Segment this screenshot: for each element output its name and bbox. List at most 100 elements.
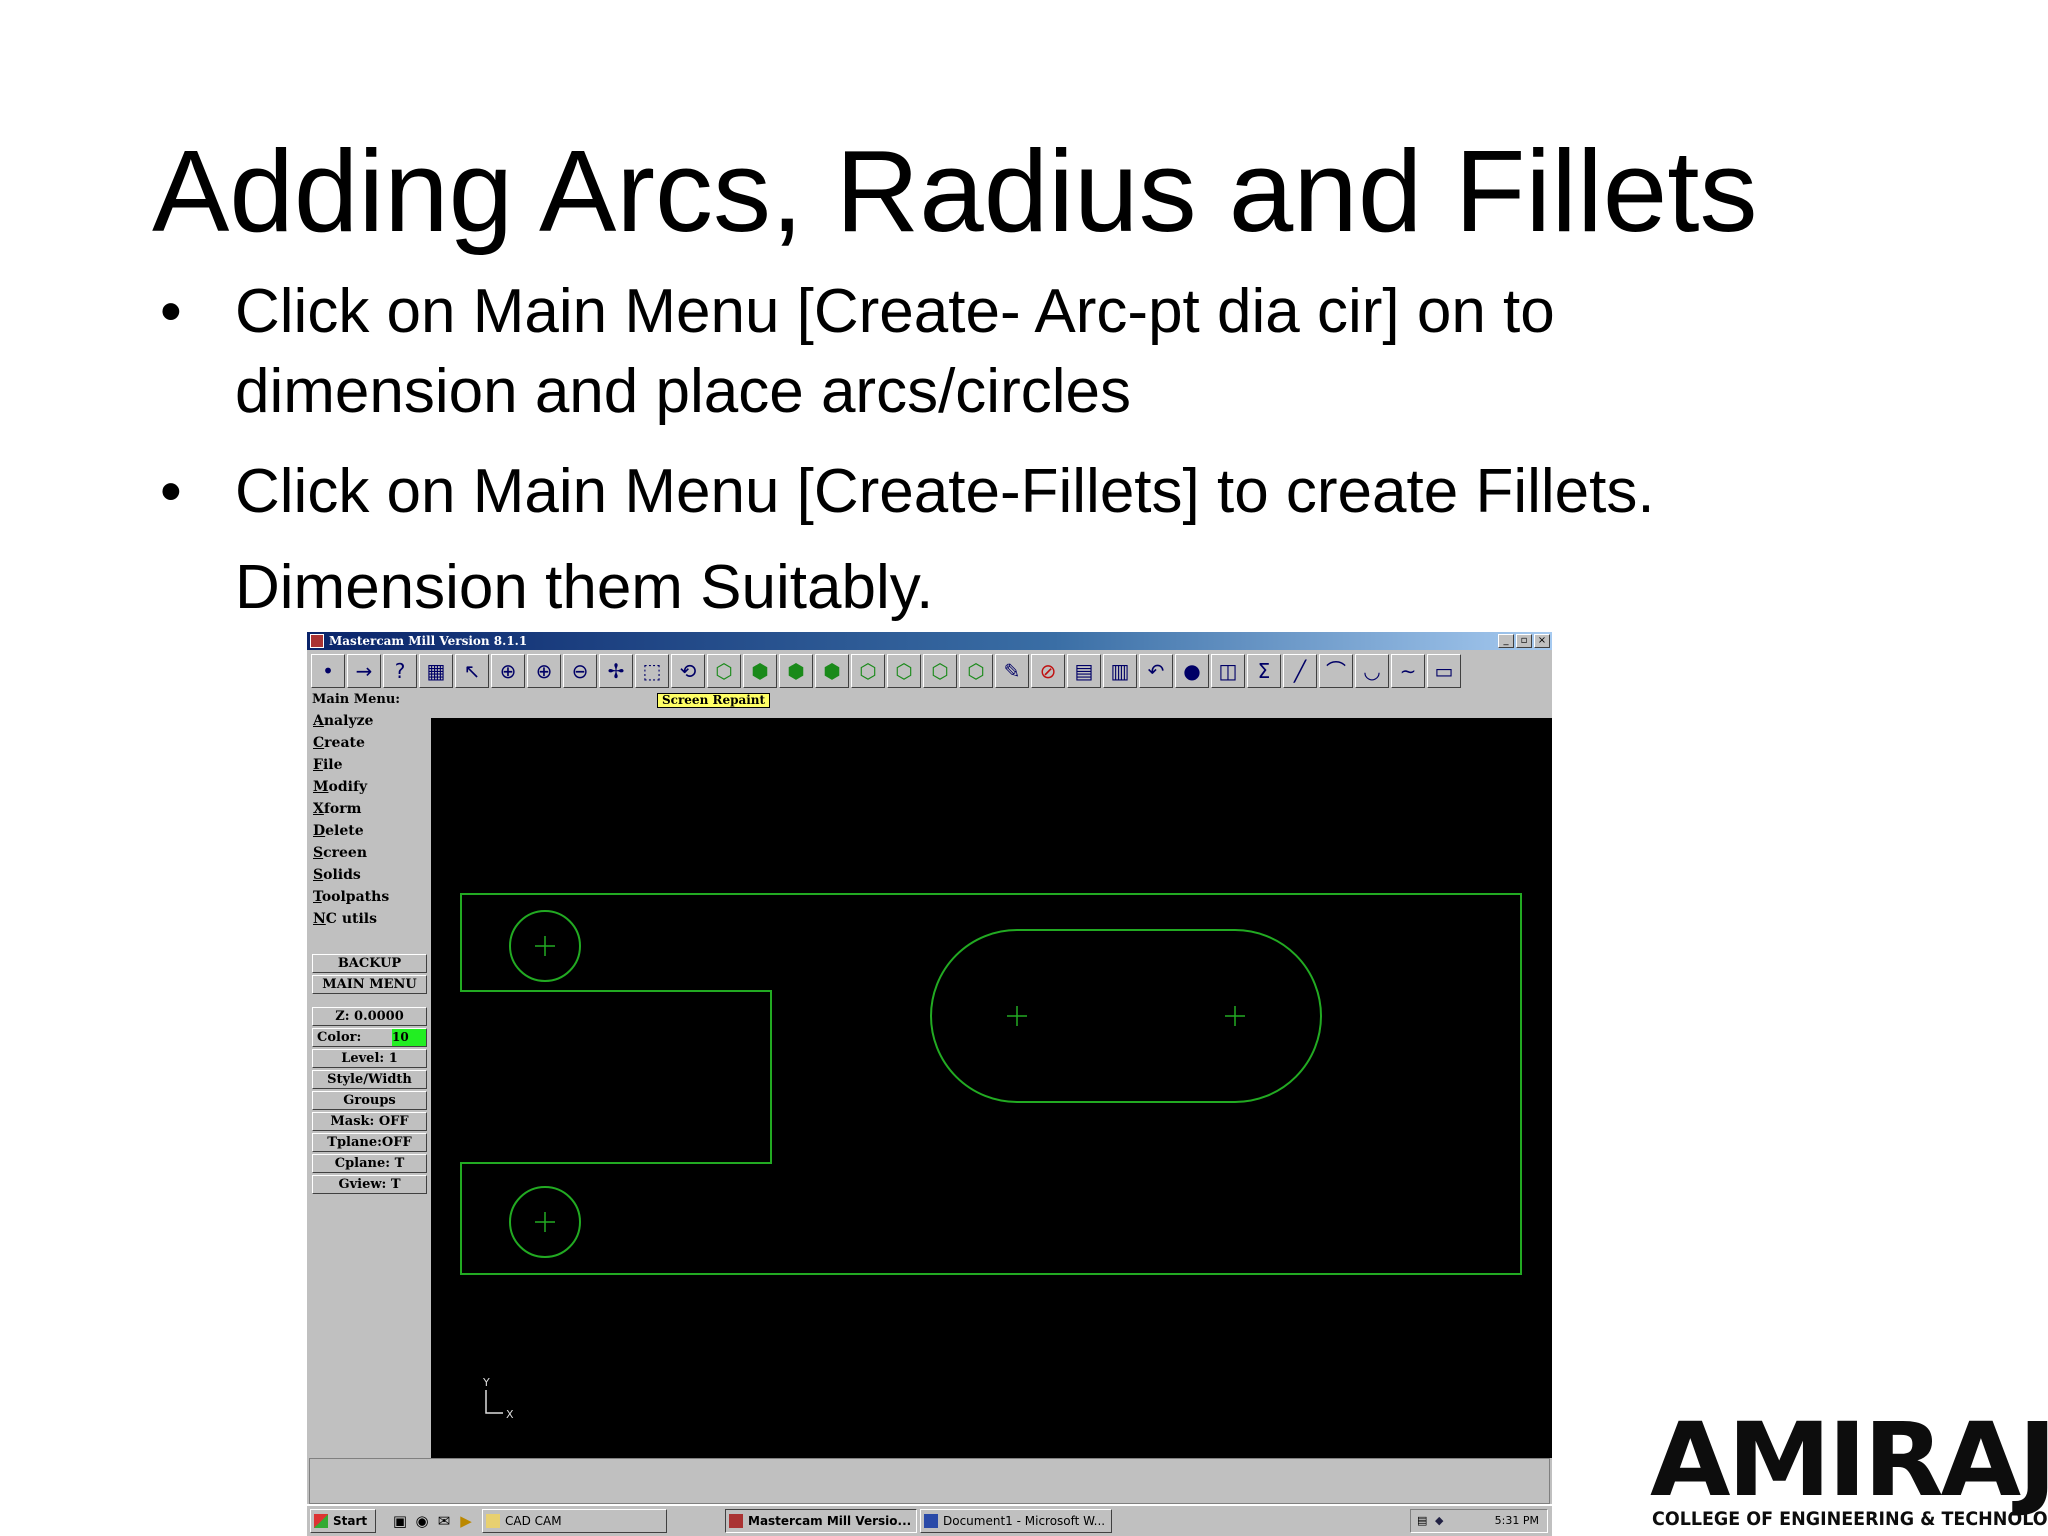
rectangle-icon[interactable]: ▭ <box>1427 654 1461 688</box>
axis-y-label: Y <box>482 1376 490 1389</box>
logo-brand: AMIRAJ <box>1650 1401 2048 1520</box>
folder-icon <box>486 1514 500 1528</box>
restore-button[interactable]: ▫ <box>1516 634 1532 648</box>
undo-icon[interactable]: ↶ <box>1139 654 1173 688</box>
shapes-icon[interactable]: ◫ <box>1211 654 1245 688</box>
pointer-help-icon[interactable]: ↖ <box>455 654 489 688</box>
window-controls: _ ▫ × <box>1498 634 1550 648</box>
front-view-icon[interactable]: ⬢ <box>779 654 813 688</box>
dot-icon[interactable]: • <box>311 654 345 688</box>
toolbar: • →? ▦ ↖ ⊕ ⊕ ⊖ ✢ ⬚ ⟲ ⬡ ⬢ ⬢ ⬢ ⬡ ⬡ ⬡ ⬡ ✎ ⊘ ▤ ▥ ↶ ● ◫ Σ ╱ ⌒ ◡ ∼ ▭ <box>309 652 1550 690</box>
box-view-2-icon[interactable]: ⬡ <box>887 654 921 688</box>
prompt-area <box>309 1458 1550 1504</box>
logo-subtitle: COLLEGE OF ENGINEERING & TECHNOLOGY <box>1652 1508 2048 1530</box>
z-depth-button[interactable]: Z: 0.0000 <box>312 1007 427 1026</box>
groups-button[interactable]: Groups <box>312 1091 427 1110</box>
bullet-2-line-2: Dimension them Suitably. <box>235 553 934 622</box>
arrow-icon[interactable]: → <box>347 654 381 688</box>
sphere-icon[interactable]: ● <box>1175 654 1209 688</box>
messenger-icon[interactable]: ◆ <box>1435 1510 1443 1532</box>
word-task-label: Document1 - Microsoft W... <box>943 1514 1106 1528</box>
level-button[interactable]: Level: 1 <box>312 1049 427 1068</box>
mask-button[interactable]: Mask: OFF <box>312 1112 427 1131</box>
side-view-icon[interactable]: ⬢ <box>815 654 849 688</box>
windows-logo-icon <box>314 1514 328 1528</box>
zoom-in-icon[interactable]: ⊕ <box>527 654 561 688</box>
email-icon[interactable]: ✉ <box>435 1513 453 1529</box>
network-icon[interactable]: ▤ <box>1417 1510 1427 1532</box>
menu-item-create[interactable]: Create <box>310 732 428 754</box>
cplane-button[interactable]: Cplane: T <box>312 1154 427 1173</box>
menu-item-modify[interactable]: Modify <box>310 776 428 798</box>
main-menu-button[interactable]: MAIN MENU <box>312 975 427 994</box>
bullet-1-line-2: dimension and place arcs/circles <box>235 357 1131 426</box>
box-view-3-icon[interactable]: ⬡ <box>923 654 957 688</box>
start-button[interactable]: Start <box>310 1509 376 1533</box>
windows-taskbar: Start ▣ ◉ ✉ ▶ CAD CAM Mastercam Mill Ver… <box>307 1504 1552 1536</box>
box-view-4-icon[interactable]: ⬡ <box>959 654 993 688</box>
arc-icon[interactable]: ⌒ <box>1319 654 1353 688</box>
system-tray: ▤ ◆ 5:31 PM <box>1410 1509 1548 1533</box>
select-icon[interactable]: ⬚ <box>635 654 669 688</box>
menu-item-analyze[interactable]: Analyze <box>310 710 428 732</box>
menu-item-nc-utils[interactable]: NC utils <box>310 908 428 930</box>
secondary-menu: Z: 0.0000 Color: 10 Level: 1 Style/Width… <box>312 1007 427 1196</box>
minimize-button[interactable]: _ <box>1498 634 1514 648</box>
zoom-out-icon[interactable]: ⊖ <box>563 654 597 688</box>
calculator-icon[interactable]: ▦ <box>419 654 453 688</box>
display-icon[interactable]: ▤ <box>1067 654 1101 688</box>
word-icon <box>924 1514 938 1528</box>
graphics-viewport[interactable]: Y X <box>431 718 1552 1458</box>
bullet-2-line-1: Click on Main Menu [Create-Fillets] to c… <box>235 457 1655 526</box>
bullet-1-line-1: Click on Main Menu [Create- Arc-pt dia c… <box>235 277 1555 346</box>
no-entry-icon[interactable]: ⊘ <box>1031 654 1065 688</box>
iso-view-icon[interactable]: ⬡ <box>707 654 741 688</box>
pan-icon[interactable]: ✢ <box>599 654 633 688</box>
taskbar-folder-cadcam[interactable]: CAD CAM <box>482 1509 667 1533</box>
close-button[interactable]: × <box>1534 634 1550 648</box>
box-view-1-icon[interactable]: ⬡ <box>851 654 885 688</box>
browser-icon[interactable]: ◉ <box>413 1513 431 1529</box>
zoom-window-icon[interactable]: ⊕ <box>491 654 525 688</box>
fillet-icon[interactable]: ◡ <box>1355 654 1389 688</box>
taskbar-word[interactable]: Document1 - Microsoft W... <box>920 1509 1112 1533</box>
slot-outline <box>930 929 1322 1103</box>
title-bar[interactable]: Mastercam Mill Version 8.1.1 _ ▫ × <box>307 632 1552 650</box>
sigma-icon[interactable]: Σ <box>1247 654 1281 688</box>
gview-button[interactable]: Gview: T <box>312 1175 427 1194</box>
rotate-icon[interactable]: ⟲ <box>671 654 705 688</box>
menu-item-delete[interactable]: Delete <box>310 820 428 842</box>
bullet-marker: • <box>160 277 182 346</box>
help-icon[interactable]: ? <box>383 654 417 688</box>
backup-button[interactable]: BACKUP <box>312 954 427 973</box>
layers-icon[interactable]: ▥ <box>1103 654 1137 688</box>
menu-item-solids[interactable]: Solids <box>310 864 428 886</box>
app-icon <box>310 634 324 648</box>
menu-item-toolpaths[interactable]: Toolpaths <box>310 886 428 908</box>
clock: 5:31 PM <box>1494 1514 1539 1527</box>
bullet-marker: • <box>160 457 182 526</box>
taskbar-mastercam[interactable]: Mastercam Mill Versio... <box>725 1509 917 1533</box>
main-menu: Analyze Create File Modify Xform Delete … <box>310 710 428 930</box>
top-view-icon[interactable]: ⬢ <box>743 654 777 688</box>
desktop-icon[interactable]: ▣ <box>391 1513 409 1529</box>
window-title: Mastercam Mill Version 8.1.1 <box>329 634 528 648</box>
menu-item-xform[interactable]: Xform <box>310 798 428 820</box>
hole-bottom-center-mark <box>535 1212 555 1232</box>
color-value: 10 <box>392 1029 426 1046</box>
screen-repaint-tooltip: Screen Repaint <box>657 693 771 708</box>
spline-icon[interactable]: ∼ <box>1391 654 1425 688</box>
menu-item-screen[interactable]: Screen <box>310 842 428 864</box>
menu-item-file[interactable]: File <box>310 754 428 776</box>
start-label: Start <box>333 1514 368 1528</box>
cad-drawing: Y X <box>460 893 1522 1421</box>
tplane-button[interactable]: Tplane:OFF <box>312 1133 427 1152</box>
media-icon[interactable]: ▶ <box>457 1513 475 1529</box>
color-button[interactable]: Color: 10 <box>312 1028 427 1047</box>
style-width-button[interactable]: Style/Width <box>312 1070 427 1089</box>
menu-system-buttons: BACKUP MAIN MENU <box>312 954 427 996</box>
axis-indicator-icon <box>485 1390 503 1414</box>
part-outline <box>460 893 1522 1275</box>
line-icon[interactable]: ╱ <box>1283 654 1317 688</box>
pencil-icon[interactable]: ✎ <box>995 654 1029 688</box>
